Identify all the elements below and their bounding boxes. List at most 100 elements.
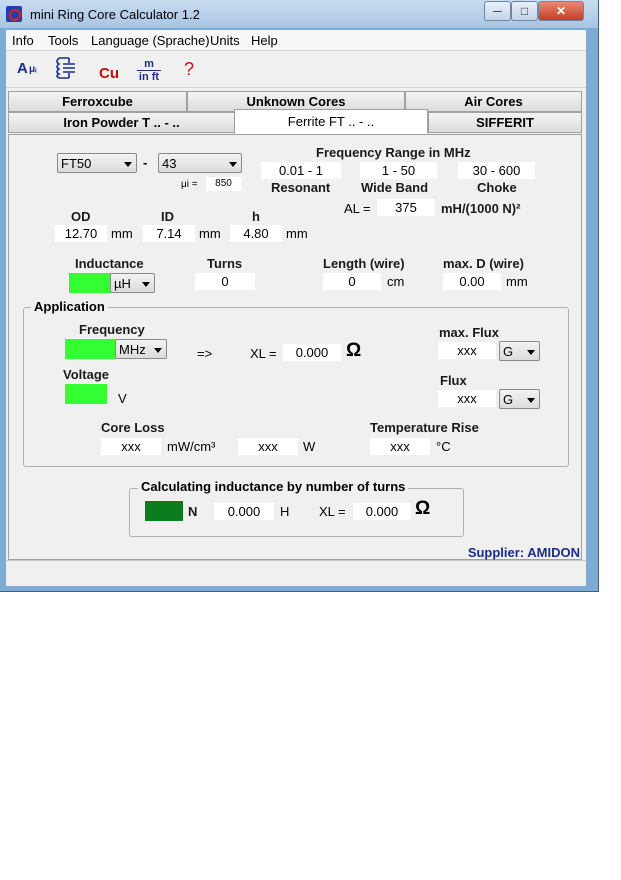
- core-type-value: FT50: [61, 156, 92, 171]
- core-type-select[interactable]: FT50: [57, 153, 137, 173]
- client-area: Info Tools Language (Sprache) Units Help…: [6, 30, 586, 586]
- al-value: 375: [377, 199, 435, 216]
- menu-info[interactable]: Info: [12, 33, 34, 48]
- by-turns-title: Calculating inductance by number of turn…: [138, 479, 409, 494]
- application-title: Application: [31, 299, 108, 314]
- app-frequency-unit-value: MHz: [119, 342, 146, 357]
- inductance-label: Inductance: [75, 256, 144, 271]
- ferrite-panel: FT50 - 43 μi = 850 Frequency Range in MH…: [8, 134, 582, 560]
- menu-language[interactable]: Language (Sprache): [91, 33, 210, 48]
- calc-mu-label: A: [17, 60, 28, 77]
- maxflux-unit-value: G: [503, 344, 514, 359]
- id-value: 7.14: [143, 225, 195, 242]
- circuit-icon[interactable]: [52, 54, 82, 84]
- maxd-value: 0.00: [443, 273, 501, 290]
- coreloss-w-value: xxx: [238, 438, 298, 455]
- by-turns-ohm-symbol: Ω: [415, 498, 431, 519]
- app-ohm-symbol: Ω: [346, 340, 362, 361]
- calc-mu-icon[interactable]: A μᵢ: [14, 54, 44, 84]
- maxd-label: max. D (wire): [443, 256, 524, 271]
- coreloss-unit: mW/cm³: [167, 439, 216, 454]
- app-arrow: =>: [197, 346, 213, 361]
- by-turns-h-unit: H: [280, 504, 290, 519]
- app-frequency-label: Frequency: [79, 322, 145, 337]
- by-turns-n-input[interactable]: [145, 501, 183, 521]
- freq-wideband-label: Wide Band: [361, 180, 429, 195]
- menu-tools[interactable]: Tools: [48, 33, 78, 48]
- minimize-button[interactable]: ─: [484, 1, 511, 21]
- by-turns-xl-label: XL =: [319, 504, 346, 519]
- supplier-label: Supplier: AMIDON: [467, 545, 580, 560]
- h-value: 4.80: [230, 225, 282, 242]
- od-unit: mm: [111, 226, 133, 241]
- menu-help[interactable]: Help: [251, 33, 278, 48]
- maximize-button[interactable]: □: [511, 1, 538, 21]
- by-turns-h-value: 0.000: [214, 503, 274, 520]
- status-bar: [6, 560, 586, 585]
- freq-choke-label: Choke: [477, 180, 517, 195]
- copper-wire-icon[interactable]: Cu: [94, 54, 124, 84]
- coreloss-w-unit: W: [303, 439, 316, 454]
- coreloss-value: xxx: [101, 438, 161, 455]
- title-bar[interactable]: mini Ring Core Calculator 1.2 ─ □ ✕: [0, 0, 598, 28]
- menu-bar: Info Tools Language (Sprache) Units Help: [6, 30, 586, 50]
- app-icon: [6, 6, 22, 22]
- toolbar: A μᵢ Cu m in ft ?: [6, 50, 586, 88]
- od-label: OD: [71, 209, 91, 224]
- freq-choke-value: 30 - 600: [458, 162, 535, 179]
- app-voltage-unit: V: [118, 391, 127, 406]
- flux-label: Flux: [440, 373, 467, 388]
- freq-wideband-value: 1 - 50: [360, 162, 437, 179]
- app-voltage-label: Voltage: [63, 367, 109, 382]
- flux-unit-select[interactable]: G: [499, 389, 540, 409]
- menu-units[interactable]: Units: [210, 33, 240, 48]
- tab-ferrite[interactable]: Ferrite FT .. - ..: [234, 109, 428, 134]
- freq-range-title: Frequency Range in MHz: [316, 145, 471, 160]
- app-frequency-input[interactable]: [65, 339, 115, 359]
- od-value: 12.70: [55, 225, 107, 242]
- tab-sifferit[interactable]: SIFFERIT: [428, 112, 582, 133]
- length-unit: cm: [387, 274, 405, 289]
- core-material-value: 43: [162, 156, 177, 171]
- mu-value: 850: [206, 177, 241, 191]
- close-button[interactable]: ✕: [538, 1, 584, 21]
- units-icon[interactable]: m in ft: [134, 54, 164, 84]
- temprise-unit: °C: [436, 439, 451, 454]
- tab-iron-powder[interactable]: Iron Powder T .. - ..: [8, 112, 235, 133]
- turns-label: Turns: [207, 256, 243, 271]
- inductance-unit-value: µH: [114, 276, 131, 291]
- inductance-input[interactable]: [69, 273, 111, 293]
- app-xl-label: XL =: [250, 346, 277, 361]
- window-title: mini Ring Core Calculator 1.2: [30, 7, 200, 22]
- app-window: mini Ring Core Calculator 1.2 ─ □ ✕ Info…: [0, 0, 599, 592]
- app-frequency-unit-select[interactable]: MHz: [115, 339, 167, 359]
- maxflux-label: max. Flux: [439, 325, 499, 340]
- maxflux-value: xxx: [438, 342, 496, 359]
- mu-label: μi =: [181, 179, 198, 190]
- temprise-label: Temperature Rise: [370, 420, 479, 435]
- id-unit: mm: [199, 226, 221, 241]
- freq-resonant-label: Resonant: [271, 180, 331, 195]
- units-top: m: [144, 58, 154, 70]
- al-unit: mH/(1000 N)²: [441, 201, 521, 216]
- calc-mu-sub: μᵢ: [29, 64, 37, 75]
- core-material-select[interactable]: 43: [158, 153, 242, 173]
- by-turns-xl-value: 0.000: [353, 503, 411, 520]
- length-label: Length (wire): [323, 256, 405, 271]
- flux-value: xxx: [438, 390, 496, 407]
- maxflux-unit-select[interactable]: G: [499, 341, 540, 361]
- app-xl-value: 0.000: [283, 344, 341, 361]
- freq-resonant-value: 0.01 - 1: [261, 162, 341, 179]
- h-label: h: [252, 209, 260, 224]
- app-voltage-input[interactable]: [65, 384, 107, 404]
- inductance-unit-select[interactable]: µH: [110, 273, 155, 293]
- coreloss-label: Core Loss: [101, 420, 165, 435]
- tab-air-cores[interactable]: Air Cores: [405, 91, 582, 112]
- length-value: 0: [323, 273, 381, 290]
- tab-ferroxcube[interactable]: Ferroxcube: [8, 91, 187, 112]
- turns-value: 0: [195, 273, 255, 290]
- maxd-unit: mm: [506, 274, 528, 289]
- temprise-value: xxx: [370, 438, 430, 455]
- core-dash: -: [143, 155, 148, 170]
- help-icon[interactable]: ?: [174, 54, 204, 84]
